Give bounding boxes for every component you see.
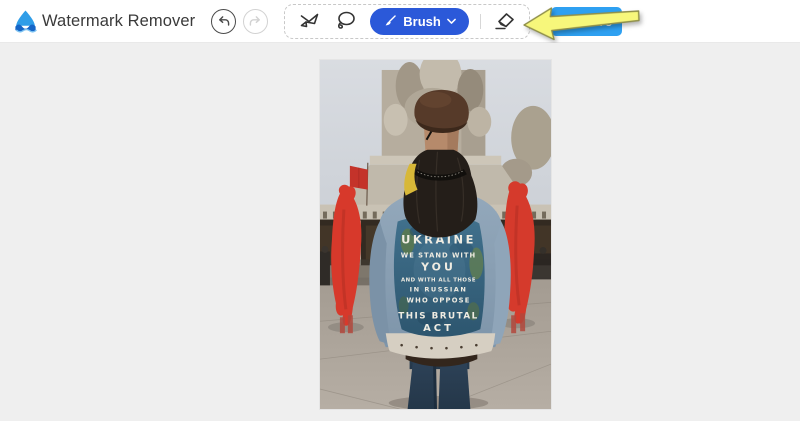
app-title: Watermark Remover bbox=[42, 12, 195, 31]
lasso-tool-button[interactable] bbox=[333, 8, 359, 34]
app-logo-icon bbox=[12, 8, 39, 35]
jacket-line: AND WITH ALL THOSE bbox=[401, 277, 476, 283]
tool-separator bbox=[480, 14, 481, 29]
lasso-icon bbox=[334, 9, 358, 33]
polygon-lasso-icon bbox=[297, 9, 321, 33]
jacket-line: WHO OPPOSE bbox=[406, 296, 470, 304]
photo-canvas[interactable]: UKRAINE WE STAND WITH YOU AND WITH ALL T… bbox=[320, 60, 551, 409]
jacket-line: ACT bbox=[423, 323, 454, 334]
remove-button[interactable]: Remove bbox=[551, 7, 622, 36]
redo-icon bbox=[248, 14, 263, 29]
undo-button[interactable] bbox=[211, 9, 236, 34]
toolbar: Watermark Remover bbox=[0, 0, 800, 43]
jacket-line: WE STAND WITH bbox=[401, 251, 476, 259]
jacket-line: THIS BRUTAL bbox=[398, 311, 478, 321]
chevron-down-icon bbox=[447, 18, 456, 25]
brush-label: Brush bbox=[403, 14, 441, 29]
editor-canvas-area: UKRAINE WE STAND WITH YOU AND WITH ALL T… bbox=[0, 43, 800, 421]
eraser-icon bbox=[493, 9, 517, 33]
brush-icon bbox=[383, 14, 397, 28]
black-hood bbox=[403, 150, 477, 238]
brush-tool-button[interactable]: Brush bbox=[370, 8, 469, 35]
jacket-line: YOU bbox=[420, 260, 456, 273]
photo-image: UKRAINE WE STAND WITH YOU AND WITH ALL T… bbox=[320, 60, 551, 409]
selection-tool-group: Brush bbox=[284, 4, 530, 39]
eraser-tool-button[interactable] bbox=[492, 8, 518, 34]
polygon-lasso-tool-button[interactable] bbox=[296, 8, 322, 34]
redo-button[interactable] bbox=[243, 9, 268, 34]
jacket-line: IN RUSSIAN bbox=[410, 285, 468, 293]
undo-icon bbox=[216, 14, 231, 29]
history-group bbox=[211, 9, 268, 34]
